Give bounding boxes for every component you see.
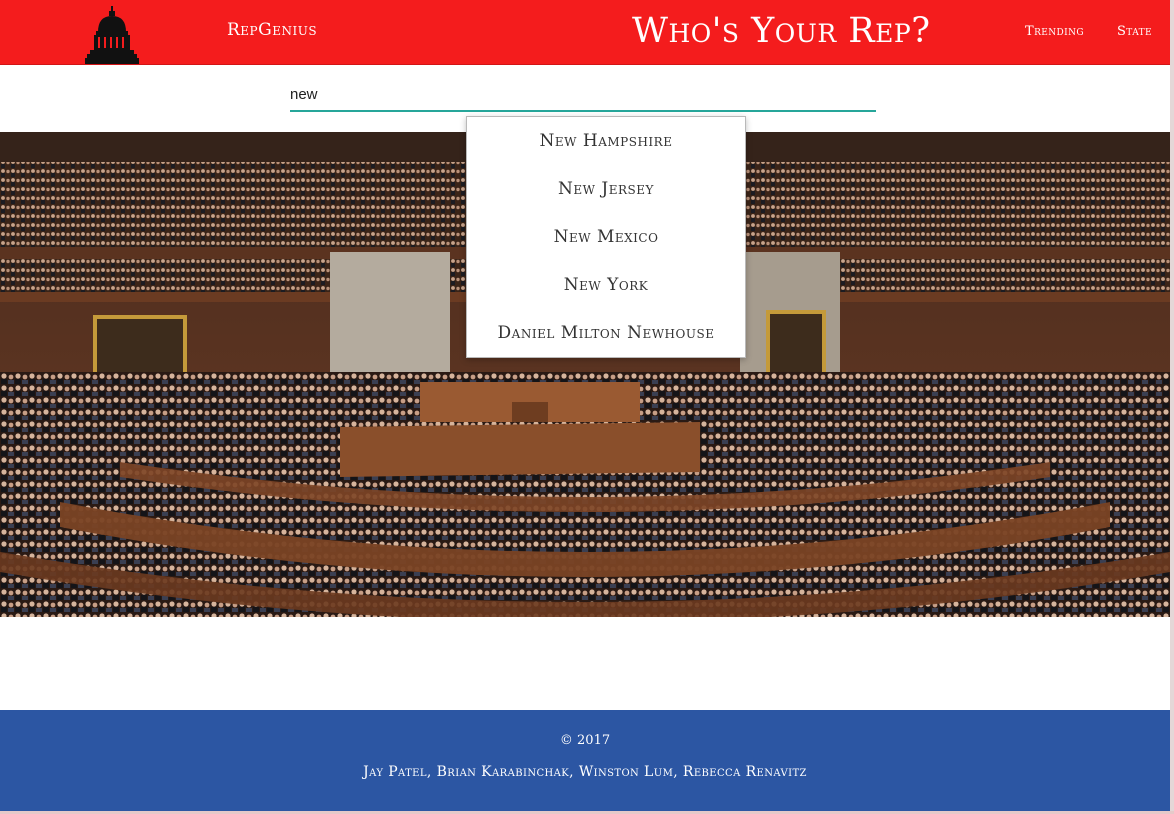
nav-link-state[interactable]: State: [1117, 24, 1152, 39]
footer-credits: Jay Patel, Brian Karabinchak, Winston Lu…: [363, 764, 807, 780]
suggestion-new-mexico[interactable]: New Mexico: [467, 213, 745, 261]
capitol-building-icon[interactable]: [85, 6, 139, 66]
autocomplete-dropdown: New Hampshire New Jersey New Mexico New …: [466, 116, 746, 358]
suggestion-new-hampshire[interactable]: New Hampshire: [467, 117, 745, 165]
search-input[interactable]: [290, 78, 876, 112]
brand-name[interactable]: RepGenius: [227, 20, 317, 40]
suggestion-daniel-milton-newhouse[interactable]: Daniel Milton Newhouse: [467, 309, 745, 357]
page-headline: Who's Your Rep?: [632, 11, 931, 51]
window-frame-right: [1170, 0, 1174, 814]
nav-link-trending[interactable]: Trending: [1025, 24, 1084, 39]
footer-copyright: © 2017: [559, 733, 611, 748]
suggestion-new-york[interactable]: New York: [467, 261, 745, 309]
top-navbar: RepGenius Who's Your Rep? Trending State: [0, 0, 1170, 65]
page-footer: © 2017 Jay Patel, Brian Karabinchak, Win…: [0, 710, 1170, 811]
suggestion-new-jersey[interactable]: New Jersey: [467, 165, 745, 213]
